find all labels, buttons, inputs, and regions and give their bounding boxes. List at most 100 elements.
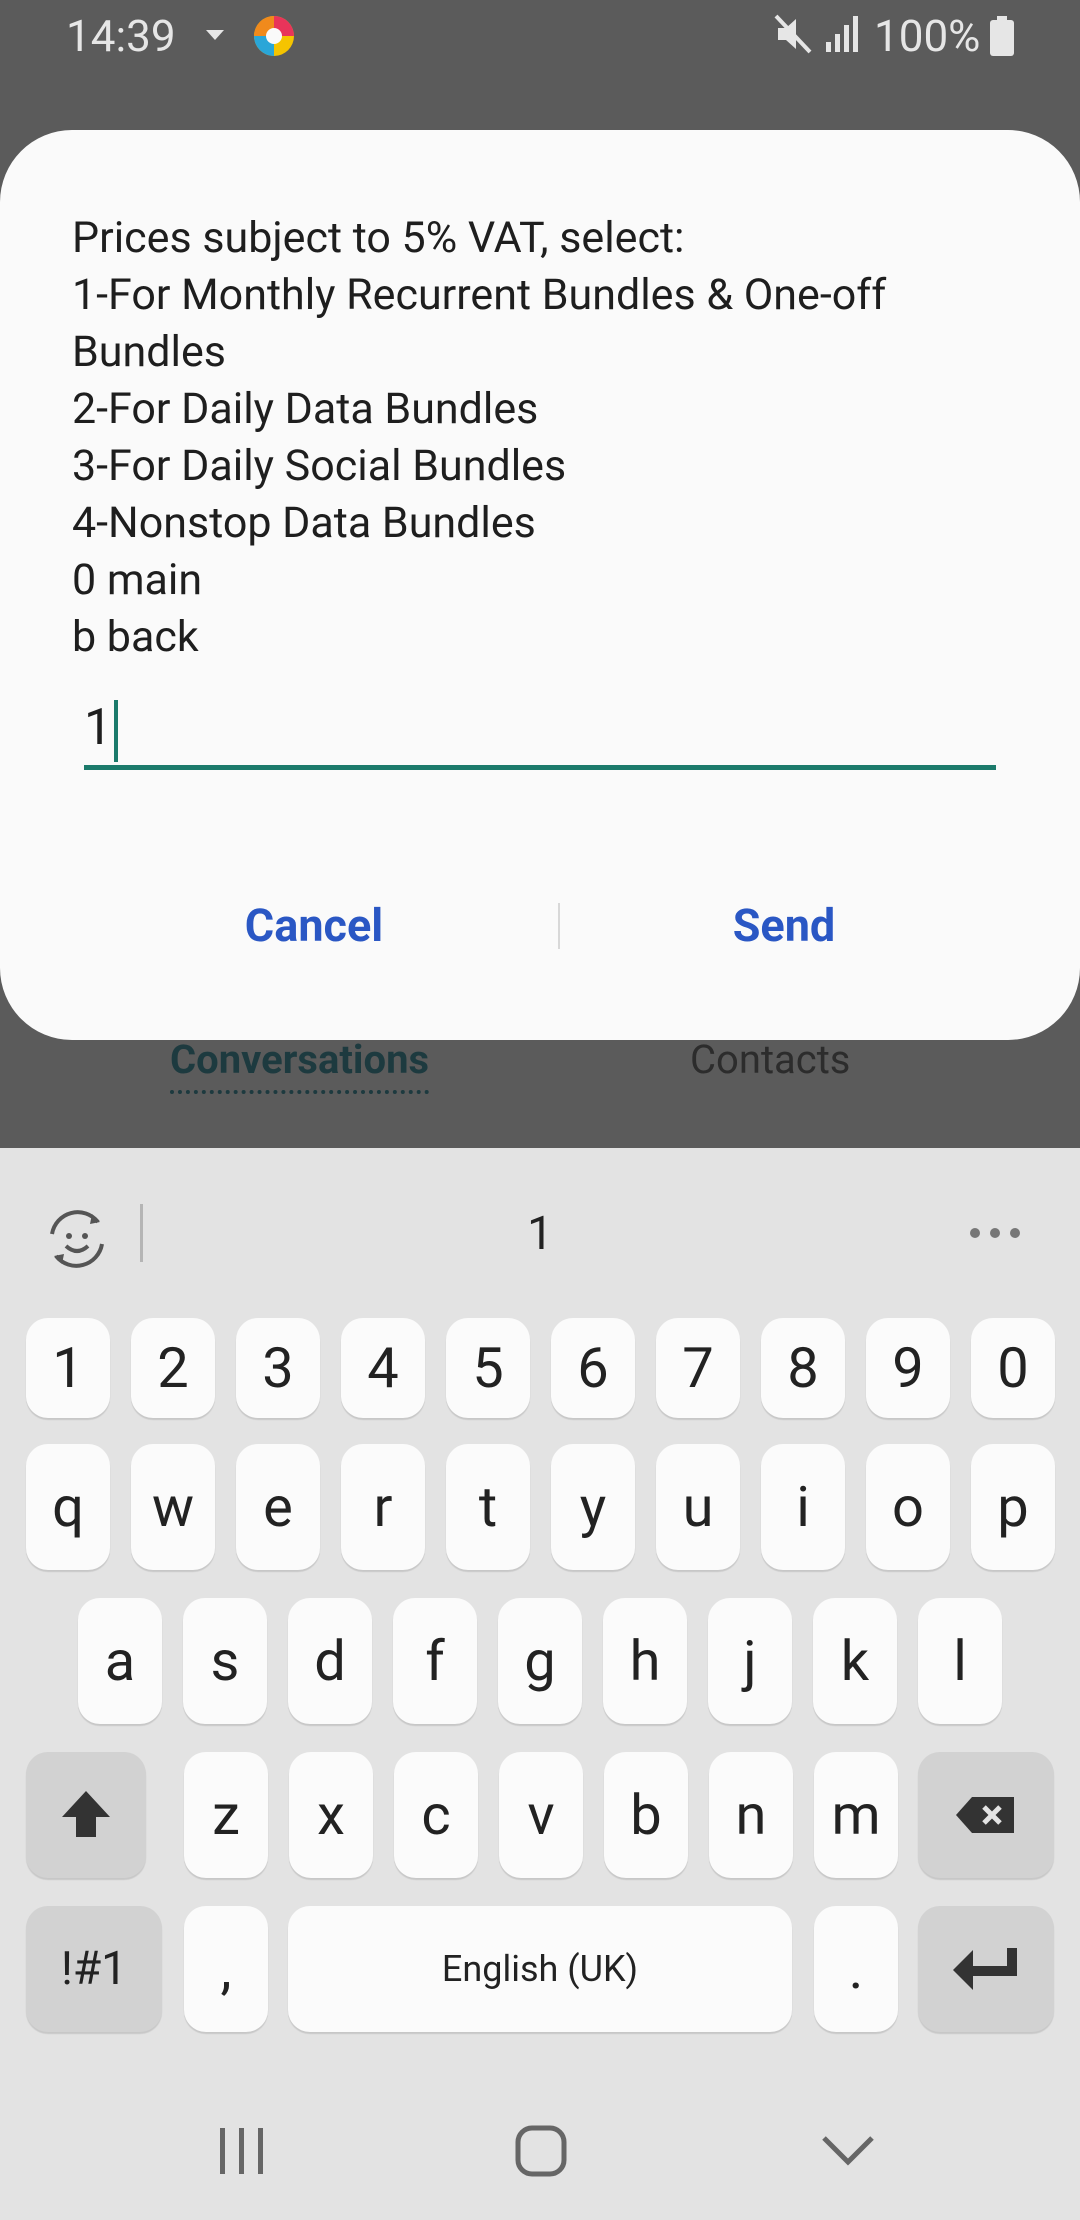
key-2[interactable]: 2 — [131, 1318, 215, 1418]
status-bar: 14:39 100% — [0, 0, 1080, 72]
key-label: 5 — [472, 1335, 504, 1401]
message-line: 0 main — [72, 555, 203, 605]
key-w[interactable]: w — [131, 1444, 215, 1570]
key-label: t — [478, 1474, 498, 1540]
key-c[interactable]: c — [394, 1752, 478, 1878]
key-0[interactable]: 0 — [971, 1318, 1055, 1418]
key-b[interactable]: b — [604, 1752, 688, 1878]
key-i[interactable]: i — [761, 1444, 845, 1570]
message-line: Bundles — [72, 327, 226, 377]
key-label: x — [317, 1782, 345, 1848]
key-label: , — [220, 1936, 232, 2002]
key-label: k — [840, 1628, 870, 1694]
key-z[interactable]: z — [184, 1752, 268, 1878]
key-label: w — [151, 1474, 195, 1540]
back-icon[interactable] — [820, 2132, 876, 2168]
key-t[interactable]: t — [446, 1444, 530, 1570]
input-text: 1 — [84, 699, 113, 757]
message-line: b back — [72, 612, 199, 662]
message-line: 2-For Daily Data Bundles — [72, 384, 539, 434]
key-label: v — [527, 1782, 555, 1848]
key-v[interactable]: v — [499, 1752, 583, 1878]
key-label: 8 — [787, 1335, 819, 1401]
key-label: d — [314, 1628, 346, 1694]
key-j[interactable]: j — [708, 1598, 792, 1724]
home-icon[interactable] — [514, 2124, 568, 2178]
key-6[interactable]: 6 — [551, 1318, 635, 1418]
ussd-dialog: Prices subject to 5% VAT, select: 1-For … — [0, 130, 1080, 1040]
key-q[interactable]: q — [26, 1444, 110, 1570]
key-label: e — [263, 1474, 293, 1540]
key-label: q — [52, 1474, 84, 1540]
signal-icon — [826, 16, 858, 52]
key-r[interactable]: r — [341, 1444, 425, 1570]
emoji-icon[interactable] — [42, 1204, 112, 1274]
key-label: g — [524, 1628, 556, 1694]
key-7[interactable]: 7 — [656, 1318, 740, 1418]
key-label: 4 — [367, 1335, 399, 1401]
period-key[interactable]: . — [814, 1906, 898, 2032]
key-a[interactable]: a — [78, 1598, 162, 1724]
key-label: . — [848, 1936, 864, 2002]
battery-icon — [990, 16, 1014, 56]
shift-icon — [62, 1791, 110, 1837]
ussd-input-value[interactable]: 1 — [84, 690, 119, 766]
key-label: 1 — [52, 1335, 84, 1401]
key-l[interactable]: l — [918, 1598, 1002, 1724]
comma-key[interactable]: , — [184, 1906, 268, 2032]
key-4[interactable]: 4 — [341, 1318, 425, 1418]
key-1[interactable]: 1 — [26, 1318, 110, 1418]
key-5[interactable]: 5 — [446, 1318, 530, 1418]
space-key[interactable]: English (UK) — [288, 1906, 792, 2032]
key-label: z — [212, 1782, 240, 1848]
key-label: 6 — [577, 1335, 609, 1401]
key-f[interactable]: f — [393, 1598, 477, 1724]
key-o[interactable]: o — [866, 1444, 950, 1570]
key-label: o — [892, 1474, 924, 1540]
key-e[interactable]: e — [236, 1444, 320, 1570]
button-divider — [558, 903, 560, 949]
key-8[interactable]: 8 — [761, 1318, 845, 1418]
key-m[interactable]: m — [814, 1752, 898, 1878]
more-options-icon[interactable] — [968, 1226, 1022, 1240]
backspace-key[interactable] — [918, 1752, 1054, 1878]
cancel-button[interactable]: Cancel — [164, 890, 464, 962]
key-u[interactable]: u — [656, 1444, 740, 1570]
key-y[interactable]: y — [551, 1444, 635, 1570]
keyboard-toolbar: 1 — [0, 1148, 1080, 1318]
key-label: j — [743, 1628, 757, 1694]
suggestion-word[interactable]: 1 — [440, 1204, 640, 1264]
key-label: 2 — [157, 1335, 189, 1401]
key-h[interactable]: h — [603, 1598, 687, 1724]
key-label: p — [997, 1474, 1029, 1540]
key-n[interactable]: n — [709, 1752, 793, 1878]
key-s[interactable]: s — [183, 1598, 267, 1724]
navigation-bar — [0, 2080, 1080, 2220]
ussd-message: Prices subject to 5% VAT, select: 1-For … — [72, 210, 1012, 666]
key-label: b — [630, 1782, 662, 1848]
key-d[interactable]: d — [288, 1598, 372, 1724]
key-9[interactable]: 9 — [866, 1318, 950, 1418]
recents-icon[interactable] — [214, 2126, 270, 2176]
enter-icon — [953, 1948, 1017, 1990]
soft-keyboard: 1 1 2 3 4 5 6 7 8 9 0 q w e r t y u i o p a s d f g h j k l z x c v b n m !#… — [0, 1148, 1080, 2080]
key-label: English (UK) — [441, 1948, 639, 1990]
key-k[interactable]: k — [813, 1598, 897, 1724]
symbols-key[interactable]: !#1 — [26, 1906, 162, 2032]
key-g[interactable]: g — [498, 1598, 582, 1724]
key-x[interactable]: x — [289, 1752, 373, 1878]
key-label: s — [210, 1628, 240, 1694]
ussd-reply-input[interactable]: 1 — [84, 690, 996, 770]
key-3[interactable]: 3 — [236, 1318, 320, 1418]
key-label: l — [953, 1628, 967, 1694]
key-label: m — [831, 1782, 881, 1848]
message-line: Prices subject to 5% VAT, select: — [72, 213, 685, 263]
notification-caret-icon — [206, 30, 224, 40]
key-label: f — [425, 1628, 445, 1694]
text-cursor — [114, 699, 119, 762]
key-label: a — [104, 1628, 136, 1694]
send-button[interactable]: Send — [634, 890, 934, 962]
shift-key[interactable] — [26, 1752, 146, 1878]
enter-key[interactable] — [918, 1906, 1054, 2032]
key-p[interactable]: p — [971, 1444, 1055, 1570]
